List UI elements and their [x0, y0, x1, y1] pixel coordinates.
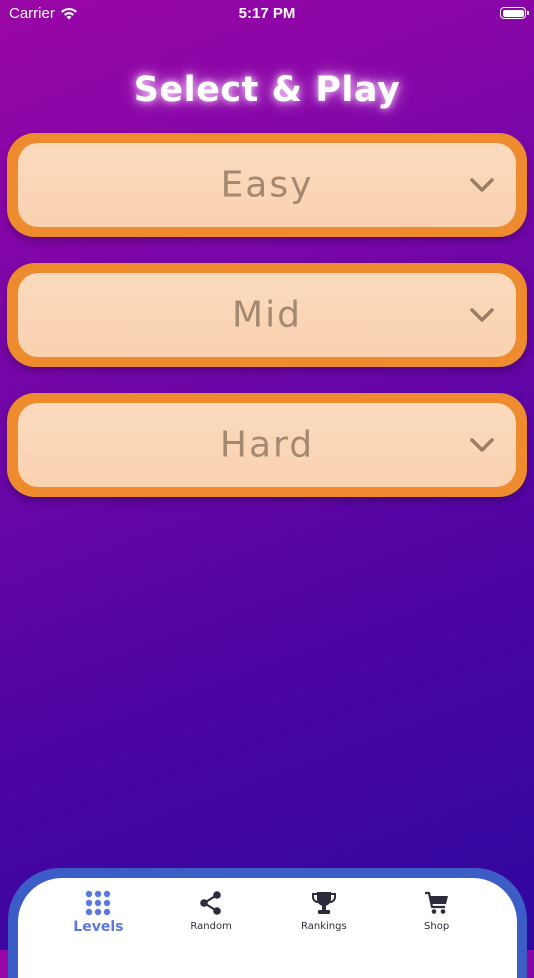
- tab-random[interactable]: Random: [161, 888, 261, 978]
- level-select-hard-field[interactable]: Hard: [18, 403, 516, 487]
- tab-bar: Levels Random Rankings Shop: [8, 868, 527, 978]
- tab-levels[interactable]: Levels: [48, 888, 148, 978]
- chevron-down-icon: [470, 178, 494, 192]
- level-select-mid[interactable]: Mid: [7, 263, 527, 367]
- level-select-easy[interactable]: Easy: [7, 133, 527, 237]
- level-select-mid-field[interactable]: Mid: [18, 273, 516, 357]
- level-select-easy-field[interactable]: Easy: [18, 143, 516, 227]
- status-time: 5:17 PM: [238, 5, 296, 22]
- level-label-hard: Hard: [219, 424, 315, 466]
- tab-label-rankings: Rankings: [301, 921, 347, 932]
- trophy-icon: [311, 888, 337, 918]
- tab-shop[interactable]: Shop: [387, 888, 487, 978]
- tab-label-levels: Levels: [73, 919, 124, 935]
- battery-icon: [500, 7, 529, 19]
- tab-bar-inner: Levels Random Rankings Shop: [18, 878, 517, 978]
- tab-label-shop: Shop: [424, 921, 450, 932]
- status-bar: Carrier 5:17 PM: [0, 0, 534, 28]
- tab-label-random: Random: [190, 921, 232, 932]
- level-label-easy: Easy: [220, 164, 314, 206]
- share-icon: [198, 888, 224, 918]
- chevron-down-icon: [470, 438, 494, 452]
- grid-icon: [85, 888, 111, 918]
- level-select-hard[interactable]: Hard: [7, 393, 527, 497]
- chevron-down-icon: [470, 308, 494, 322]
- cart-icon: [424, 888, 450, 918]
- page-title: Select & Play: [133, 70, 401, 110]
- tab-rankings[interactable]: Rankings: [274, 888, 374, 978]
- level-label-mid: Mid: [232, 294, 302, 336]
